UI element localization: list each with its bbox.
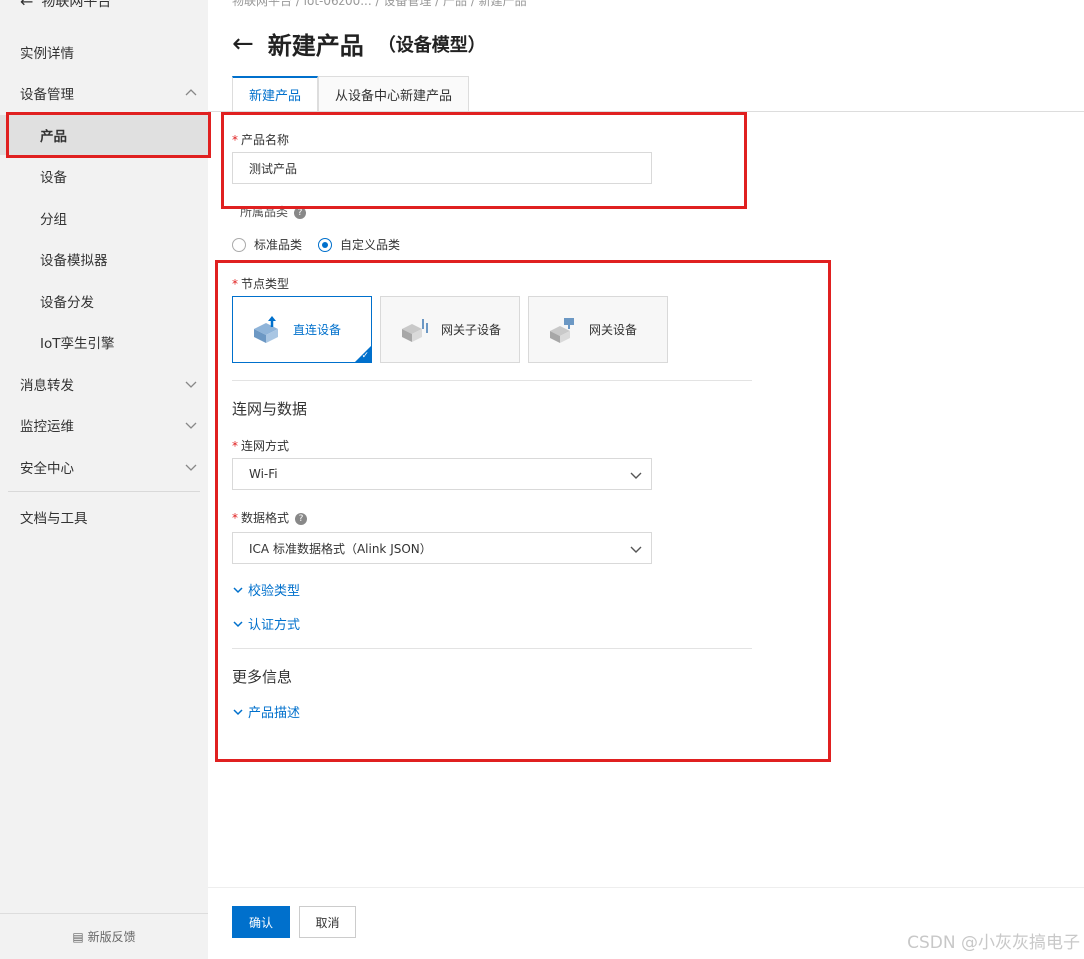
- sidebar-item-device-management[interactable]: 设备管理: [0, 73, 208, 113]
- sidebar-item-label: 实例详情: [20, 46, 74, 62]
- radio-label-custom: 自定义品类: [340, 238, 401, 252]
- cancel-button[interactable]: 取消: [299, 906, 356, 938]
- page-header: ← 新建产品 （设备模型）: [232, 26, 486, 61]
- sidebar-item-device-simulator[interactable]: 设备模拟器: [0, 239, 208, 279]
- feedback-label: 新版反馈: [87, 930, 136, 944]
- tab-bar: 新建产品 从设备中心新建产品: [232, 76, 470, 112]
- sidebar-item-label: IoT孪生引擎: [40, 336, 115, 352]
- annotation-box-product-name: [221, 112, 747, 209]
- sidebar-item-label: 设备模拟器: [40, 253, 108, 269]
- sidebar-item-device[interactable]: 设备: [0, 156, 208, 196]
- back-arrow-icon[interactable]: ←: [232, 31, 254, 57]
- annotation-box-form: [215, 260, 831, 762]
- tab-from-device-center[interactable]: 从设备中心新建产品: [318, 76, 470, 112]
- sidebar-item-device-distribution[interactable]: 设备分发: [0, 281, 208, 321]
- sidebar-item-label: 消息转发: [20, 378, 74, 394]
- breadcrumb[interactable]: 物联网平台 / iot-06z00... / 设备管理 / 产品 / 新建产品: [232, 0, 527, 9]
- sidebar-item-security-center[interactable]: 安全中心: [0, 447, 208, 487]
- watermark: CSDN @小灰灰搞电子: [907, 933, 1080, 953]
- sidebar-item-label: 设备分发: [40, 295, 94, 311]
- annotation-box-sidebar: [6, 112, 211, 158]
- feedback-icon: ▤: [72, 929, 84, 944]
- sidebar-item-label: 监控运维: [20, 419, 74, 435]
- page-subtitle: （设备模型）: [377, 34, 486, 56]
- sidebar-top-label: 物联网平台: [41, 0, 112, 10]
- tab-new-product[interactable]: 新建产品: [232, 76, 319, 112]
- sidebar-item-label: 设备: [40, 170, 67, 186]
- chevron-down-icon: [185, 464, 197, 471]
- sidebar-back-link[interactable]: ← 物联网平台: [0, 0, 208, 14]
- sidebar-item-iot-twin-engine[interactable]: IoT孪生引擎: [0, 322, 208, 362]
- chevron-up-icon: [185, 89, 197, 96]
- radio-standard-category[interactable]: [232, 237, 246, 252]
- confirm-button[interactable]: 确认: [232, 906, 290, 938]
- sidebar-divider: [8, 491, 200, 492]
- sidebar-item-instance-details[interactable]: 实例详情: [0, 32, 208, 72]
- page-title: 新建产品: [267, 32, 364, 60]
- radio-custom-category[interactable]: [318, 237, 333, 252]
- chevron-down-icon: [185, 381, 197, 388]
- back-arrow-icon: ←: [20, 0, 34, 11]
- sidebar-item-monitoring[interactable]: 监控运维: [0, 405, 208, 445]
- radio-label-standard: 标准品类: [254, 238, 303, 252]
- feedback-button[interactable]: ▤ 新版反馈: [0, 913, 208, 959]
- sidebar-item-label: 安全中心: [20, 461, 74, 477]
- sidebar-item-docs-tools[interactable]: 文档与工具: [0, 497, 208, 537]
- chevron-down-icon: [185, 422, 197, 429]
- sidebar-item-label: 设备管理: [20, 87, 74, 103]
- sidebar-item-label: 分组: [40, 212, 67, 228]
- sidebar-item-group[interactable]: 分组: [0, 198, 208, 238]
- sidebar-item-message-forwarding[interactable]: 消息转发: [0, 364, 208, 404]
- category-radio-group: 标准品类 自定义品类: [232, 236, 400, 253]
- sidebar-item-label: 文档与工具: [20, 511, 88, 527]
